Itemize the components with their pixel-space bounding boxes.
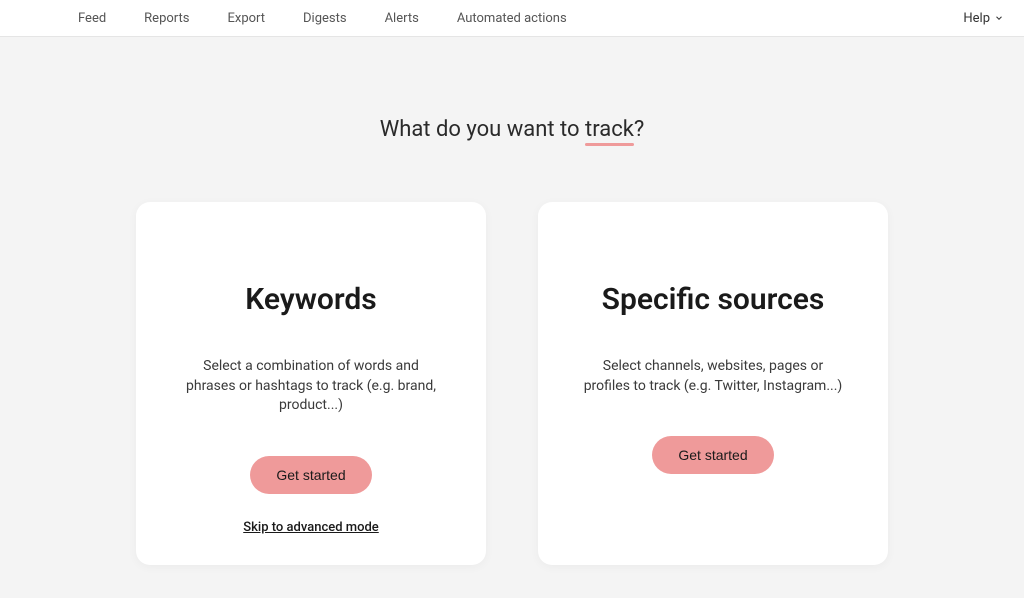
keywords-card-description: Select a combination of words and phrase… — [181, 357, 441, 416]
help-link[interactable]: Help — [963, 11, 1004, 26]
sources-card-title: Specific sources — [602, 282, 825, 317]
keywords-card-title: Keywords — [245, 282, 376, 317]
nav-alerts[interactable]: Alerts — [385, 11, 419, 26]
card-container: Keywords Select a combination of words a… — [136, 202, 888, 565]
top-nav: Feed Reports Export Digests Alerts Autom… — [0, 0, 1024, 37]
chevron-down-icon — [994, 13, 1004, 23]
main-content: What do you want to track? Keywords Sele… — [0, 37, 1024, 565]
title-prefix: What do you want to — [380, 117, 585, 142]
nav-automated-actions[interactable]: Automated actions — [457, 11, 567, 26]
nav-digests[interactable]: Digests — [303, 11, 347, 26]
nav-reports[interactable]: Reports — [144, 11, 189, 26]
page-title: What do you want to track? — [380, 117, 645, 142]
keywords-get-started-button[interactable]: Get started — [250, 456, 371, 494]
nav-links: Feed Reports Export Digests Alerts Autom… — [78, 11, 567, 26]
sources-get-started-button[interactable]: Get started — [652, 436, 773, 474]
sources-card[interactable]: Specific sources Select channels, websit… — [538, 202, 888, 565]
sources-card-description: Select channels, websites, pages or prof… — [583, 357, 843, 396]
nav-feed[interactable]: Feed — [78, 11, 106, 26]
title-highlight: track — [585, 117, 634, 142]
skip-to-advanced-link[interactable]: Skip to advanced mode — [243, 520, 379, 535]
help-label: Help — [963, 11, 990, 26]
title-suffix: ? — [634, 117, 644, 142]
keywords-card[interactable]: Keywords Select a combination of words a… — [136, 202, 486, 565]
nav-export[interactable]: Export — [227, 11, 265, 26]
